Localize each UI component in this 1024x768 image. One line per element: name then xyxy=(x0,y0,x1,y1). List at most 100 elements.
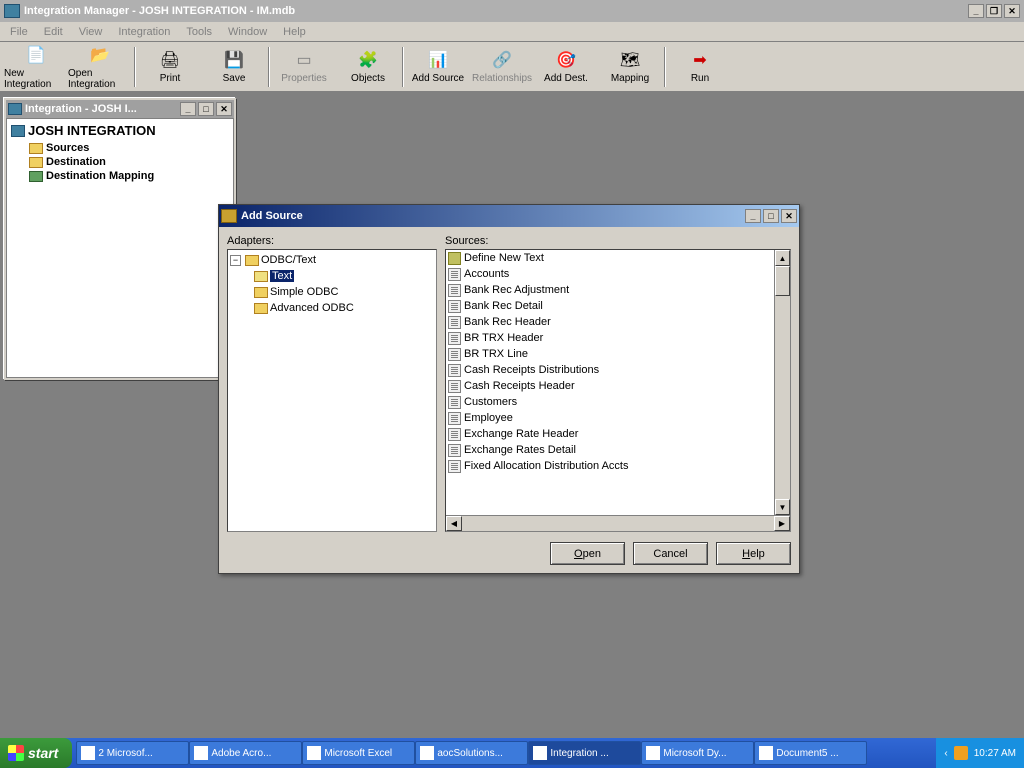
sources-list-box: Define New TextAccounts Bank Rec Adjustme… xyxy=(445,249,791,532)
minimize-button[interactable]: _ xyxy=(968,4,984,18)
source-item[interactable]: Define New Text xyxy=(446,250,774,266)
taskbar-item[interactable]: 2 Microsof... xyxy=(76,741,189,765)
taskbar-item[interactable]: Adobe Acro... xyxy=(189,741,302,765)
menubar: File Edit View Integration Tools Window … xyxy=(0,22,1024,42)
maximize-button[interactable]: ❐ xyxy=(986,4,1002,18)
start-button[interactable]: start xyxy=(0,738,72,768)
vertical-scrollbar[interactable]: ▲ ▼ xyxy=(774,250,790,515)
horizontal-scrollbar[interactable]: ◀ ▶ xyxy=(446,515,790,531)
clock: 10:27 AM xyxy=(974,748,1016,759)
adapter-advanced-odbc[interactable]: Advanced ODBC xyxy=(254,300,434,316)
save-button[interactable]: 💾Save xyxy=(202,44,266,90)
mapping-icon xyxy=(29,171,43,182)
child-minimize-button[interactable]: _ xyxy=(180,102,196,116)
help-button[interactable]: Help xyxy=(716,542,791,565)
mapping-button[interactable]: 🗺Mapping xyxy=(598,44,662,90)
child-window-controls: _ □ ✕ xyxy=(180,102,232,116)
taskbar-item[interactable]: Document5 ... xyxy=(754,741,867,765)
tree-item-sources[interactable]: Sources xyxy=(29,142,229,154)
print-icon: 🖨 xyxy=(158,49,182,71)
folder-icon xyxy=(254,303,268,314)
properties-button[interactable]: ▭Properties xyxy=(272,44,336,90)
dialog-titlebar[interactable]: Add Source _ □ ✕ xyxy=(219,205,799,227)
dialog-close-button[interactable]: ✕ xyxy=(781,209,797,223)
source-item[interactable]: Bank Rec Detail xyxy=(446,298,774,314)
source-item[interactable]: BR TRX Line xyxy=(446,346,774,362)
dialog-buttons: Open Cancel Help xyxy=(227,532,791,565)
menu-edit[interactable]: Edit xyxy=(38,24,69,40)
child-close-button[interactable]: ✕ xyxy=(216,102,232,116)
scroll-thumb[interactable] xyxy=(775,266,790,296)
source-item-label: Employee xyxy=(464,412,513,424)
integration-window: Integration - JOSH I... _ □ ✕ JOSH INTEG… xyxy=(4,98,236,380)
menu-file[interactable]: File xyxy=(4,24,34,40)
source-item[interactable]: Bank Rec Adjustment xyxy=(446,282,774,298)
dialog-title: Add Source xyxy=(241,210,745,222)
source-item[interactable]: Cash Receipts Distributions xyxy=(446,362,774,378)
add-dest-icon: 🎯 xyxy=(554,49,578,71)
source-item[interactable]: Cash Receipts Header xyxy=(446,378,774,394)
source-item-label: Bank Rec Adjustment xyxy=(464,284,569,296)
print-button[interactable]: 🖨Print xyxy=(138,44,202,90)
system-tray[interactable]: ‹ 10:27 AM xyxy=(936,738,1024,768)
menu-view[interactable]: View xyxy=(73,24,109,40)
dialog-minimize-button[interactable]: _ xyxy=(745,209,761,223)
menu-tools[interactable]: Tools xyxy=(180,24,218,40)
source-item[interactable]: Fixed Allocation Distribution Accts xyxy=(446,458,774,474)
source-item-label: Cash Receipts Distributions xyxy=(464,364,599,376)
source-item-label: Exchange Rates Detail xyxy=(464,444,576,456)
new-integration-button[interactable]: 📄New Integration xyxy=(4,44,68,90)
scroll-left-button[interactable]: ◀ xyxy=(446,516,462,531)
scroll-track[interactable] xyxy=(462,516,774,531)
scroll-track[interactable] xyxy=(775,296,790,499)
scroll-up-button[interactable]: ▲ xyxy=(775,250,790,266)
menu-integration[interactable]: Integration xyxy=(112,24,176,40)
tray-icon[interactable] xyxy=(954,746,968,760)
adapters-tree: − ODBC/Text Text Simple ODBC xyxy=(227,249,437,532)
child-maximize-button[interactable]: □ xyxy=(198,102,214,116)
child-titlebar[interactable]: Integration - JOSH I... _ □ ✕ xyxy=(6,100,234,118)
open-integration-button[interactable]: 📂Open Integration xyxy=(68,44,132,90)
taskbar-item[interactable]: aocSolutions... xyxy=(415,741,528,765)
add-source-button[interactable]: 📊Add Source xyxy=(406,44,470,90)
taskbar-item[interactable]: Integration ... xyxy=(528,741,641,765)
adapter-simple-odbc[interactable]: Simple ODBC xyxy=(254,284,434,300)
integration-tree: JOSH INTEGRATION Sources Destination Des… xyxy=(6,118,234,378)
menu-window[interactable]: Window xyxy=(222,24,273,40)
taskbar-item[interactable]: Microsoft Dy... xyxy=(641,741,754,765)
run-button[interactable]: ➡Run xyxy=(668,44,732,90)
sources-list[interactable]: Define New TextAccounts Bank Rec Adjustme… xyxy=(446,250,774,515)
tree-item-destination[interactable]: Destination xyxy=(29,156,229,168)
taskbar-item[interactable]: Microsoft Excel xyxy=(302,741,415,765)
source-item[interactable]: Exchange Rates Detail xyxy=(446,442,774,458)
scroll-right-button[interactable]: ▶ xyxy=(774,516,790,531)
add-dest-button[interactable]: 🎯Add Dest. xyxy=(534,44,598,90)
document-icon xyxy=(448,348,461,361)
tree-item-destination-mapping[interactable]: Destination Mapping xyxy=(29,170,229,182)
source-item[interactable]: Exchange Rate Header xyxy=(446,426,774,442)
source-item[interactable]: Customers xyxy=(446,394,774,410)
tree-root[interactable]: JOSH INTEGRATION xyxy=(11,123,229,138)
dialog-maximize-button[interactable]: □ xyxy=(763,209,779,223)
source-item[interactable]: BR TRX Header xyxy=(446,330,774,346)
source-item[interactable]: Employee xyxy=(446,410,774,426)
add-source-dialog: Add Source _ □ ✕ Adapters: − ODBC/Text xyxy=(218,204,800,574)
source-item-label: Fixed Allocation Distribution Accts xyxy=(464,460,628,472)
source-item[interactable]: Accounts xyxy=(446,266,774,282)
source-item-label: Cash Receipts Header xyxy=(464,380,575,392)
integration-icon xyxy=(11,125,25,137)
menu-help[interactable]: Help xyxy=(277,24,312,40)
collapse-icon[interactable]: − xyxy=(230,255,241,266)
objects-button[interactable]: 🧩Objects xyxy=(336,44,400,90)
source-item[interactable]: Bank Rec Header xyxy=(446,314,774,330)
scroll-down-button[interactable]: ▼ xyxy=(775,499,790,515)
adapter-root[interactable]: − ODBC/Text xyxy=(230,252,434,268)
close-button[interactable]: ✕ xyxy=(1004,4,1020,18)
adapter-text[interactable]: Text xyxy=(254,268,434,284)
cancel-button[interactable]: Cancel xyxy=(633,542,708,565)
relationships-button[interactable]: 🔗Relationships xyxy=(470,44,534,90)
source-item-label: Bank Rec Header xyxy=(464,316,551,328)
tray-expand-icon[interactable]: ‹ xyxy=(944,748,947,759)
open-button[interactable]: Open xyxy=(550,542,625,565)
folder-icon xyxy=(245,255,259,266)
